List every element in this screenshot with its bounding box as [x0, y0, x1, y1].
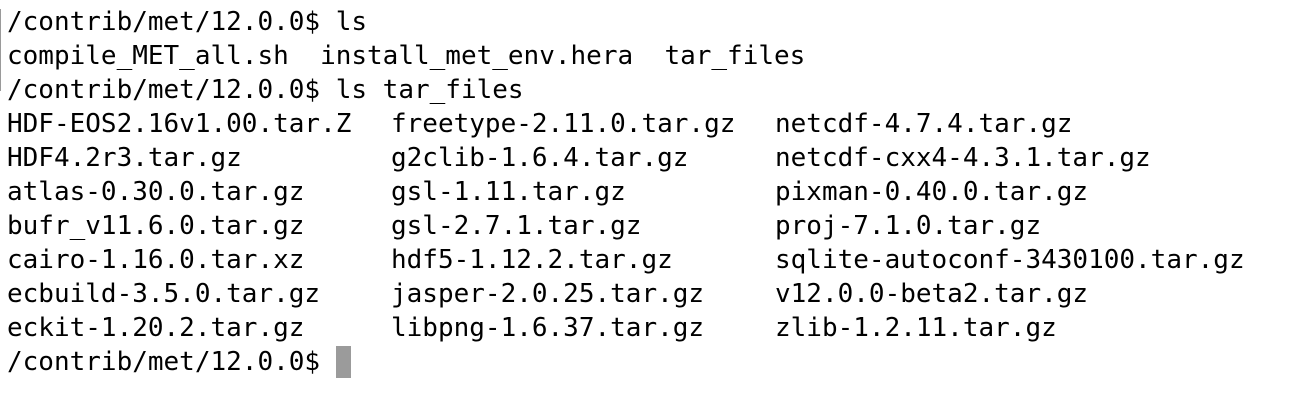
- file-entry: sqlite-autoconf-3430100.tar.gz: [775, 245, 1245, 275]
- file-entry: netcdf-4.7.4.tar.gz: [775, 109, 1073, 139]
- file-entry: cairo-1.16.0.tar.xz: [7, 245, 305, 275]
- shell-prompt: /contrib/met/12.0.0$: [7, 347, 321, 377]
- file-listing: HDF-EOS2.16v1.00.tar.Z freetype-2.11.0.t…: [7, 107, 1287, 345]
- file-entry: jasper-2.0.25.tar.gz: [391, 279, 705, 309]
- file-entry: HDF4.2r3.tar.gz: [7, 143, 242, 173]
- terminal-window[interactable]: /contrib/met/12.0.0$ ls compile_MET_all.…: [0, 0, 1296, 406]
- file-entry: pixman-0.40.0.tar.gz: [775, 177, 1089, 207]
- file-entry: proj-7.1.0.tar.gz: [775, 211, 1042, 241]
- file-entry: HDF-EOS2.16v1.00.tar.Z: [7, 109, 352, 139]
- terminal-line-ls-output: compile_MET_all.sh install_met_env.hera …: [7, 41, 806, 71]
- text-cursor[interactable]: [336, 346, 352, 378]
- file-entry: libpng-1.6.37.tar.gz: [391, 313, 705, 343]
- file-entry: hdf5-1.12.2.tar.gz: [391, 245, 673, 275]
- file-entry: freetype-2.11.0.tar.gz: [391, 109, 736, 139]
- file-entry: atlas-0.30.0.tar.gz: [7, 177, 305, 207]
- file-entry: gsl-1.11.tar.gz: [391, 177, 626, 207]
- selection-edge-marker: [0, 9, 6, 91]
- file-entry: netcdf-cxx4-4.3.1.tar.gz: [775, 143, 1151, 173]
- terminal-line-ls-tar-files-command: /contrib/met/12.0.0$ ls tar_files: [7, 75, 524, 105]
- file-entry: bufr_v11.6.0.tar.gz: [7, 211, 305, 241]
- file-entry: gsl-2.7.1.tar.gz: [391, 211, 642, 241]
- file-entry: g2clib-1.6.4.tar.gz: [391, 143, 689, 173]
- file-entry: eckit-1.20.2.tar.gz: [7, 313, 305, 343]
- command-prompt-line[interactable]: /contrib/met/12.0.0$: [7, 345, 352, 379]
- file-entry: v12.0.0-beta2.tar.gz: [775, 279, 1089, 309]
- file-entry: ecbuild-3.5.0.tar.gz: [7, 279, 321, 309]
- file-entry: zlib-1.2.11.tar.gz: [775, 313, 1057, 343]
- terminal-line-ls-command: /contrib/met/12.0.0$ ls: [7, 7, 368, 37]
